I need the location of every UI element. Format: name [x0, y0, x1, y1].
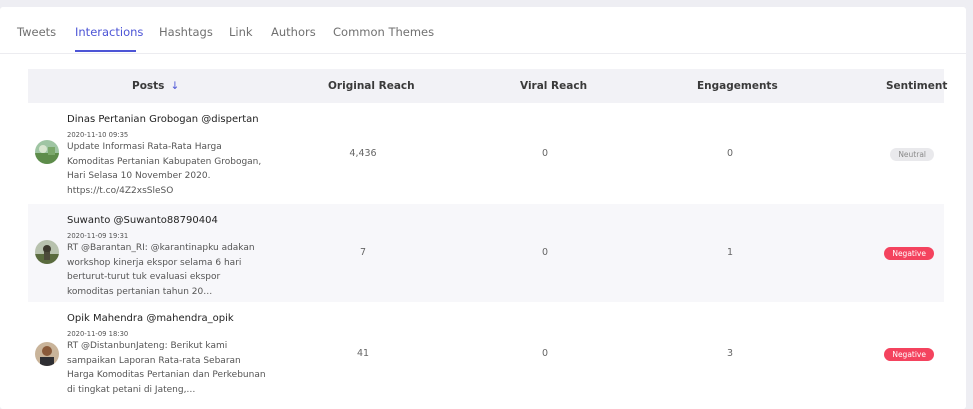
- avatar: [35, 342, 59, 366]
- column-header-posts[interactable]: Posts ↓: [132, 80, 179, 92]
- avatar: [35, 240, 59, 264]
- column-header-sentiment[interactable]: Sentiment: [886, 80, 947, 92]
- author-name[interactable]: Opik Mahendra @mahendra_opik: [67, 313, 234, 324]
- tab-link[interactable]: Link: [229, 25, 253, 39]
- column-header-engagements[interactable]: Engagements: [697, 80, 778, 92]
- timestamp: 2020-11-09 19:31: [67, 232, 129, 240]
- sentiment-badge: Negative: [884, 247, 934, 260]
- tweet-text: RT @Barantan_RI: @karantinapku adakan wo…: [67, 243, 255, 298]
- viral-reach-value: 0: [541, 348, 549, 359]
- tab-tweets[interactable]: Tweets: [17, 25, 56, 39]
- viral-reach-value: 0: [541, 247, 549, 258]
- author-name[interactable]: Suwanto @Suwanto88790404: [67, 215, 218, 226]
- column-header-posts-label: Posts: [132, 80, 165, 92]
- timestamp: 2020-11-10 09:35: [67, 131, 129, 139]
- sentiment-badge: Neutral: [890, 148, 934, 161]
- column-header-viral-reach[interactable]: Viral Reach: [520, 80, 587, 92]
- table-row[interactable]: Dinas Pertanian Grobogan @dispertan 2020…: [28, 103, 944, 204]
- timestamp: 2020-11-09 18:30: [67, 330, 129, 338]
- tab-common-themes[interactable]: Common Themes: [333, 25, 434, 39]
- sentiment-badge: Negative: [884, 348, 934, 361]
- viral-reach-value: 0: [541, 148, 549, 159]
- author-name[interactable]: Dinas Pertanian Grobogan @dispertan: [67, 114, 259, 125]
- engagements-value: 1: [726, 247, 734, 258]
- table-row[interactable]: Opik Mahendra @mahendra_opik 2020-11-09 …: [28, 302, 944, 409]
- tweet-text: Update Informasi Rata-Rata Harga Komodit…: [67, 142, 262, 197]
- avatar: [35, 140, 59, 164]
- original-reach-value: 4,436: [349, 148, 377, 159]
- original-reach-value: 7: [359, 247, 367, 258]
- engagements-value: 0: [726, 148, 734, 159]
- table-header: Posts ↓ Original Reach Viral Reach Engage…: [28, 69, 947, 103]
- tab-bar: Tweets Interactions Hashtags Link Author…: [0, 7, 966, 54]
- arrow-down-icon[interactable]: ↓: [170, 80, 179, 92]
- table-row[interactable]: Suwanto @Suwanto88790404 2020-11-09 19:3…: [28, 204, 944, 302]
- engagements-value: 3: [726, 348, 734, 359]
- tweet-text: RT @DistanbunJateng: Berikut kami sampai…: [67, 341, 266, 396]
- tab-hashtags[interactable]: Hashtags: [159, 25, 213, 39]
- tab-interactions[interactable]: Interactions: [75, 25, 143, 39]
- tab-authors[interactable]: Authors: [271, 25, 316, 39]
- content-card: Tweets Interactions Hashtags Link Author…: [0, 7, 966, 409]
- column-header-original-reach[interactable]: Original Reach: [328, 80, 415, 92]
- active-tab-indicator: [75, 50, 136, 52]
- original-reach-value: 41: [356, 348, 370, 359]
